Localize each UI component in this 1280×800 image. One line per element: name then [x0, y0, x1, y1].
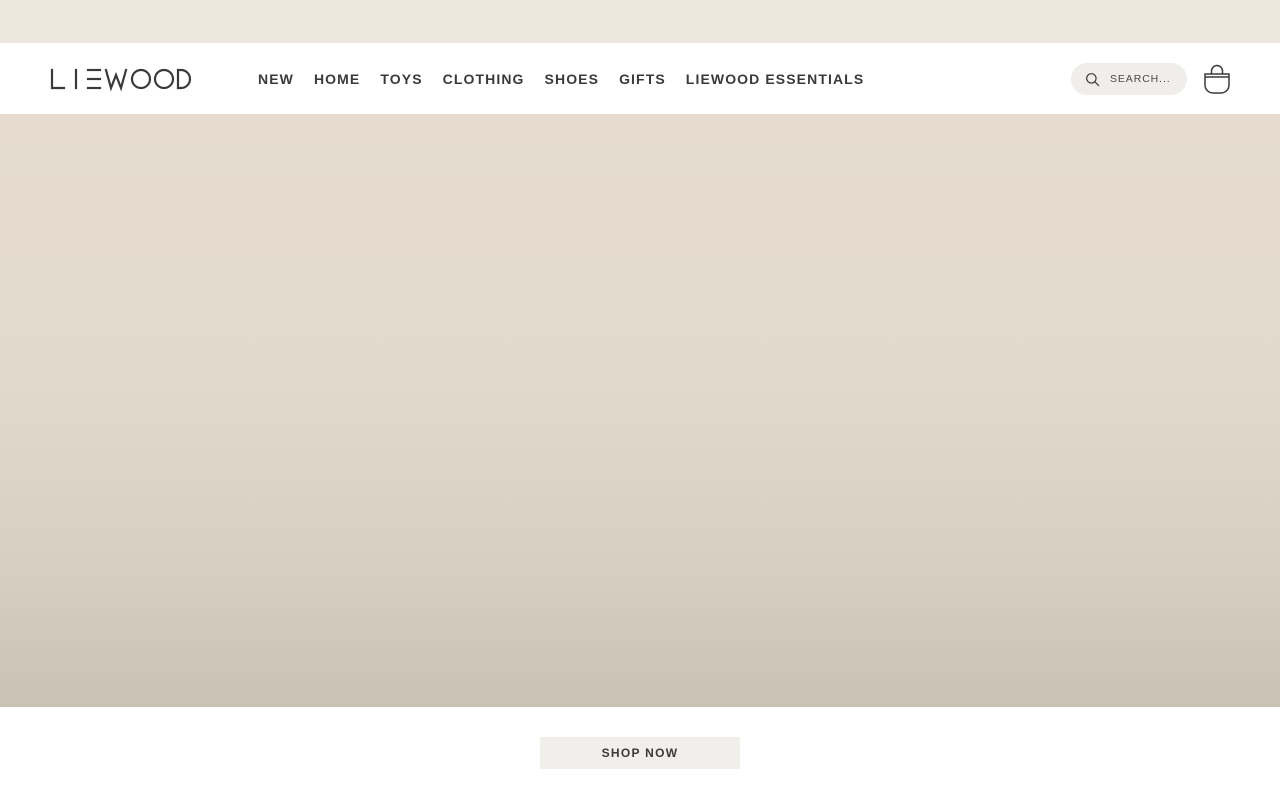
nav-item-shoes[interactable]: SHOES [545, 71, 600, 87]
nav-item-clothing[interactable]: CLOTHING [443, 71, 525, 87]
cart-button[interactable] [1203, 63, 1231, 95]
site-header: NEW HOME TOYS CLOTHING SHOES GIFTS LIEWO… [0, 43, 1280, 114]
nav-item-toys[interactable]: TOYS [380, 71, 422, 87]
nav-item-new[interactable]: NEW [258, 71, 294, 87]
shop-now-button[interactable]: SHOP NOW [540, 737, 740, 769]
search-input[interactable]: SEARCH... [1071, 63, 1187, 95]
search-icon [1086, 72, 1100, 86]
liewood-logo-icon [50, 68, 192, 92]
shopping-bag-icon [1204, 64, 1230, 94]
hero-banner [0, 114, 1280, 707]
hero-cta-area: SHOP NOW [0, 707, 1280, 800]
nav-item-liewood-essentials[interactable]: LIEWOOD ESSENTIALS [686, 71, 864, 87]
search-placeholder: SEARCH... [1110, 73, 1171, 85]
announcement-bar [0, 0, 1280, 43]
nav-item-gifts[interactable]: GIFTS [619, 71, 666, 87]
logo[interactable] [50, 66, 192, 92]
nav-item-home[interactable]: HOME [314, 71, 360, 87]
